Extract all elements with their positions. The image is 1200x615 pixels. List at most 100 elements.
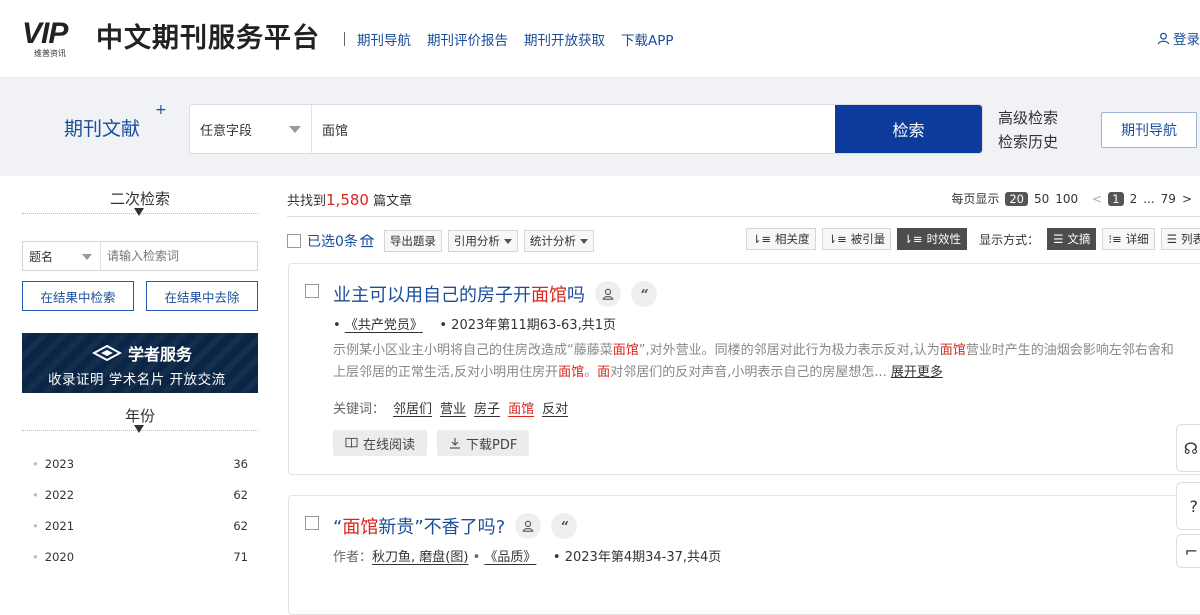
search-type-label: 期刊文献	[64, 118, 141, 140]
author-link[interactable]: 秋刀鱼, 磨盘(图)	[372, 550, 468, 565]
scholar-service-banner[interactable]: 学者服务 收录证明 学术名片 开放交流	[22, 333, 258, 393]
site-logo[interactable]: VIP 维普资讯 中文期刊服务平台	[22, 16, 320, 58]
year-item[interactable]: 2021 62	[22, 510, 258, 541]
field-select-value: 任意字段	[200, 123, 253, 139]
keyword-link[interactable]: 房子	[474, 398, 500, 417]
refine-input[interactable]	[101, 242, 257, 270]
triangle-down-icon	[134, 425, 144, 433]
title-part: 新贵”不香了吗?	[378, 517, 506, 538]
sort-icon: ⇂≡	[903, 232, 923, 246]
exclude-from-results-button[interactable]: 在结果中去除	[146, 281, 258, 311]
per-page-option[interactable]: 50	[1034, 192, 1049, 206]
article-title-text: 业主可以用自己的房子开面馆吗	[333, 281, 585, 307]
quote-icon[interactable]: “	[631, 281, 657, 307]
journal-nav-button[interactable]: 期刊导航	[1101, 112, 1197, 148]
per-page-label: 每页显示	[951, 192, 1000, 206]
article-title[interactable]: 业主可以用自己的房子开面馆吗 “	[333, 281, 657, 307]
headset-icon[interactable]: ☊	[1176, 424, 1200, 472]
abstract-highlight: 面馆	[612, 343, 639, 358]
author-label: 作者：	[333, 550, 373, 565]
author-icon[interactable]	[515, 513, 542, 539]
login-link[interactable]: 登录	[1157, 28, 1200, 48]
top-nav: 期刊导航 期刊评价报告 期刊开放获取 下载APP	[344, 29, 690, 49]
sort-timely-label: 时效性	[926, 232, 962, 246]
sort-timely-button[interactable]: ⇂≡ 时效性	[897, 228, 968, 250]
read-online-button[interactable]: 在线阅读	[333, 430, 428, 456]
keyword-link[interactable]: 营业	[440, 398, 466, 417]
chevron-down-icon	[503, 238, 512, 244]
search-within-button[interactable]: 在结果中检索	[22, 281, 134, 311]
year-label: 2020	[32, 550, 74, 564]
view-abstract-button[interactable]: ☰ 文摘	[1047, 228, 1097, 250]
year-item[interactable]: 2020 71	[22, 541, 258, 572]
abstract-highlight: 面馆	[558, 365, 585, 380]
nav-journal-guide[interactable]: 期刊导航	[357, 29, 411, 49]
search-button[interactable]: 检索	[835, 105, 982, 153]
divider	[287, 216, 1200, 217]
login-label: 登录	[1173, 32, 1200, 48]
search-box: 任意字段 检索	[189, 104, 983, 154]
nav-download-app[interactable]: 下载APP	[621, 29, 674, 49]
display-mode-label: 显示方式：	[979, 232, 1040, 247]
article-title-text: “面馆新贵”不香了吗?	[333, 513, 505, 539]
sidebar: 二次检索 题名 在结果中检索 在结果中去除 学者服务 收录证明 学术名片 开放交…	[22, 176, 258, 572]
collapse-icon[interactable]: ⌐	[1176, 534, 1200, 568]
search-type-tab[interactable]: 期刊文献 +	[64, 102, 167, 141]
search-input[interactable]	[312, 105, 835, 153]
logo-text: VIP	[22, 16, 68, 50]
page-number[interactable]: 2	[1130, 192, 1138, 206]
keyword-link[interactable]: 反对	[542, 398, 568, 417]
author-icon[interactable]	[595, 281, 621, 307]
year-count: 36	[233, 456, 248, 471]
page-number[interactable]: 79	[1161, 192, 1176, 206]
article-checkbox[interactable]	[305, 284, 319, 298]
citation-analysis-dropdown[interactable]: 引用分析	[447, 230, 518, 252]
download-pdf-button[interactable]: 下载PDF	[437, 430, 530, 456]
selected-count[interactable]: 已选0条	[307, 231, 374, 251]
prev-page-icon[interactable]: <	[1092, 192, 1102, 206]
page-ellipsis: ...	[1143, 191, 1155, 206]
search-history-link[interactable]: 检索历史	[998, 130, 1058, 154]
year-item[interactable]: 2022 62	[22, 479, 258, 510]
help-icon[interactable]: ?	[1176, 482, 1200, 530]
year-item[interactable]: 2023 36	[22, 448, 258, 479]
search-band: 期刊文献 + 任意字段 检索 高级检索 检索历史 期刊导航	[0, 78, 1200, 176]
nav-journal-report[interactable]: 期刊评价报告	[427, 29, 508, 49]
read-online-label: 在线阅读	[363, 437, 416, 453]
next-page-icon[interactable]: >	[1182, 192, 1192, 206]
nav-open-access[interactable]: 期刊开放获取	[524, 29, 605, 49]
sort-cited-button[interactable]: ⇂≡ 被引量	[821, 228, 892, 250]
year-count: 62	[233, 518, 248, 533]
select-all-checkbox[interactable]	[287, 234, 301, 248]
field-select[interactable]: 任意字段	[190, 105, 312, 153]
result-count-suffix: 篇文章	[373, 194, 413, 209]
expand-more-link[interactable]: 展开更多	[891, 365, 943, 380]
view-detail-button[interactable]: ⁝≡ 详细	[1102, 228, 1155, 250]
banner-subtitle: 收录证明 学术名片 开放交流	[48, 372, 226, 388]
refine-search-box: 题名	[22, 241, 258, 271]
per-page-option[interactable]: 100	[1055, 192, 1078, 206]
title-part: 业主可以用自己的房子开	[333, 285, 531, 306]
banner-title-text: 学者服务	[128, 345, 193, 364]
keyword-link[interactable]: 面馆	[508, 398, 534, 417]
abstract-text: 。	[584, 365, 598, 380]
year-label: 2021	[32, 519, 74, 533]
per-page-option[interactable]: 20	[1005, 191, 1028, 206]
refine-field-select[interactable]: 题名	[23, 242, 101, 270]
quote-icon[interactable]: “	[551, 513, 578, 539]
advanced-search-link[interactable]: 高级检索	[998, 106, 1058, 130]
keyword-link[interactable]: 邻居们	[393, 398, 432, 417]
view-list-button[interactable]: ☰ 列表	[1160, 228, 1200, 250]
top-header: VIP 维普资讯 中文期刊服务平台 期刊导航 期刊评价报告 期刊开放获取 下载A…	[0, 0, 1200, 78]
export-button[interactable]: 导出题录	[383, 230, 442, 252]
title-part: “	[333, 517, 343, 538]
page-number[interactable]: 1	[1108, 191, 1124, 206]
year-label: 2023	[32, 457, 74, 471]
journal-link[interactable]: 《共产党员》	[345, 318, 423, 333]
journal-link[interactable]: 《品质》	[484, 550, 536, 565]
year-title: 年份	[124, 407, 155, 425]
sort-relevance-button[interactable]: ⇂≡ 相关度	[745, 228, 816, 250]
stat-analysis-dropdown[interactable]: 统计分析	[523, 230, 594, 252]
article-checkbox[interactable]	[305, 516, 319, 530]
article-title[interactable]: “面馆新贵”不香了吗? “	[333, 513, 578, 539]
